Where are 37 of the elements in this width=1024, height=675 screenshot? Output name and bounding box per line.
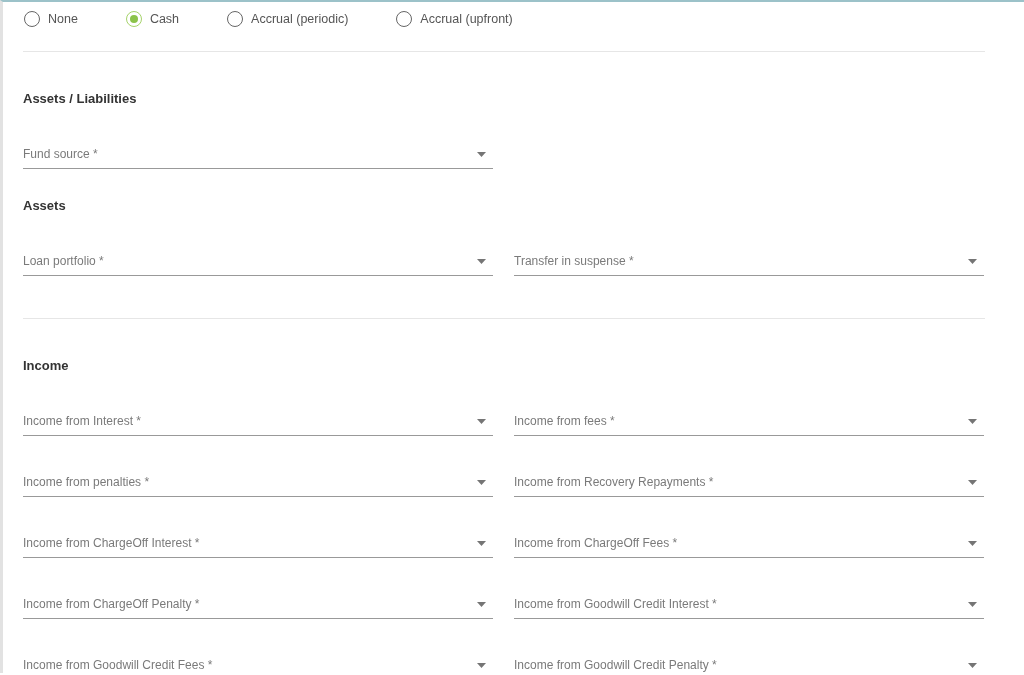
caret-icon <box>968 479 977 485</box>
caret-icon <box>968 258 977 264</box>
select-field[interactable]: Fund source * <box>23 142 493 169</box>
select-field[interactable]: Income from penalties * <box>23 470 493 497</box>
caret-icon <box>477 418 486 424</box>
caret-icon <box>477 662 486 668</box>
section-heading: Income <box>23 357 70 375</box>
select-field[interactable]: Income from Goodwill Credit Penalty * <box>514 653 984 673</box>
radio-label: Cash <box>149 12 180 26</box>
section-heading: Assets <box>23 197 67 215</box>
caret-icon <box>477 601 486 607</box>
select-field[interactable]: Transfer in suspense * <box>514 249 984 276</box>
caret-icon <box>968 662 977 668</box>
radio-option[interactable]: Cash <box>125 11 180 27</box>
section-heading: Assets / Liabilities <box>23 90 138 108</box>
select-field[interactable]: Income from Goodwill Credit Fees * <box>23 653 493 673</box>
radio-label: Accrual (upfront) <box>420 12 513 26</box>
caret-icon <box>477 540 486 546</box>
caret-icon <box>968 418 977 424</box>
select-field[interactable]: Income from ChargeOff Penalty * <box>23 592 493 619</box>
caret-icon <box>968 540 977 546</box>
select-field[interactable]: Income from Interest * <box>23 409 493 436</box>
caret-icon <box>477 479 486 485</box>
caret-icon <box>968 601 977 607</box>
radio-option[interactable]: None <box>24 11 78 27</box>
caret-icon <box>477 258 486 264</box>
select-field[interactable]: Income from ChargeOff Fees * <box>514 531 984 558</box>
select-field[interactable]: Income from ChargeOff Interest * <box>23 531 493 558</box>
caret-icon <box>477 151 486 157</box>
radio-option[interactable]: Accrual (upfront) <box>396 11 513 27</box>
select-field[interactable]: Income from fees * <box>514 409 984 436</box>
select-field[interactable]: Income from Recovery Repayments * <box>514 470 984 497</box>
radio-label: None <box>48 12 78 26</box>
select-field[interactable]: Loan portfolio * <box>23 249 493 276</box>
radio-label: Accrual (periodic) <box>251 12 349 26</box>
radio-option[interactable]: Accrual (periodic) <box>227 11 349 27</box>
select-field[interactable]: Income from Goodwill Credit Interest * <box>514 592 984 619</box>
